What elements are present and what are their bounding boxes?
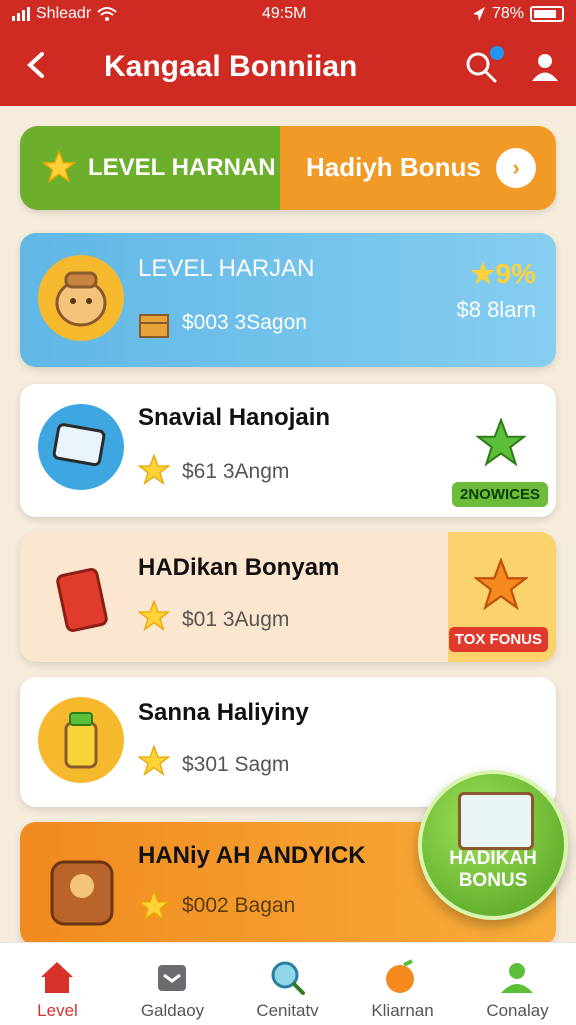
card-subtitle: $002 Bagan: [182, 894, 296, 917]
top-bar: Shleadr 49:5M 78% Kangaal Bonniian: [0, 0, 576, 106]
wifi-icon: [97, 7, 117, 21]
can-icon: [56, 568, 108, 632]
card-title: HANiy AH ANDYICK: [138, 842, 366, 869]
location-icon: [472, 7, 485, 21]
amount-value: $8 8larn: [456, 297, 536, 322]
bottom-nav: Level Galdaoy Cenitatv Kliarnan Conalay: [0, 942, 576, 1025]
app-header: Kangaal Bonniian: [0, 36, 576, 100]
nav-item-conalay[interactable]: Conalay: [460, 951, 575, 1025]
clock: 49:5M: [262, 5, 307, 22]
nav-item-kliarnan[interactable]: Kliarnan: [345, 951, 460, 1025]
tablet-avatar: [38, 404, 124, 490]
card-title: LEVEL HARJAN: [138, 255, 315, 282]
back-chevron-icon[interactable]: [20, 48, 54, 82]
notification-dot: [490, 46, 504, 60]
star-icon: [42, 150, 76, 183]
carrier-text: Shleadr: [36, 5, 92, 22]
tablet-icon: [52, 423, 106, 467]
orange-star-icon: [474, 558, 528, 611]
reward-badge: TOX FONUS: [448, 627, 548, 652]
star-icon: [138, 745, 170, 777]
bag-icon: [50, 860, 114, 926]
card-subtitle: $003 3Sagon: [182, 311, 307, 334]
card-subtitle: $301 Sagm: [182, 753, 290, 776]
bonus-label: Hadiyh Bonus: [306, 152, 481, 182]
search-icon: [271, 961, 305, 995]
battery-icon: [530, 6, 564, 22]
fab-line2: BONUS: [458, 870, 528, 891]
nav-label: Cenitatv: [256, 1001, 319, 1020]
home-icon: [41, 962, 73, 993]
card-title: Snavial Hanojain: [138, 404, 331, 431]
fruit-icon: [386, 959, 414, 993]
chevron-right-icon[interactable]: ›: [496, 148, 536, 188]
user-icon[interactable]: [530, 52, 560, 82]
character-avatar: [38, 255, 124, 341]
signal-icon: [12, 7, 30, 21]
green-star-icon: [476, 418, 526, 467]
nav-label: Level: [37, 1001, 78, 1020]
level-bonus-banner[interactable]: LEVEL HARNAN Hadiyh Bonus ›: [20, 126, 556, 210]
nav-item-level[interactable]: Level: [0, 951, 115, 1025]
bag-avatar: [42, 836, 122, 932]
level-label: LEVEL HARNAN: [88, 154, 276, 181]
character-icon: [55, 271, 107, 327]
card-subtitle: $61 3Angm: [182, 460, 290, 483]
clipboard-icon: [458, 792, 534, 850]
nav-item-galdaoy[interactable]: Galdaoy: [115, 951, 230, 1025]
nav-label: Kliarnan: [371, 1001, 434, 1020]
star-icon: [138, 600, 170, 632]
can-avatar: [42, 550, 128, 640]
battery-text: 78%: [491, 5, 524, 22]
bonus-fab-button[interactable]: HADIKAH BONUS: [418, 770, 568, 920]
percent-value: ★9%: [470, 258, 536, 289]
bottle-avatar: [38, 697, 124, 783]
card-title: Sanna Haliyiny: [138, 699, 309, 726]
list-item[interactable]: Snavial Hanojain $61 3Angm 2NOWICES: [20, 384, 556, 517]
card-title: HADikan Bonyam: [138, 554, 340, 581]
reward-badge: 2NOWICES: [451, 482, 548, 507]
page-title: Kangaal Bonniian: [104, 50, 358, 83]
list-item[interactable]: HADikan Bonyam $01 3Augm TOX FONUS: [20, 532, 556, 662]
card-subtitle: $01 3Augm: [182, 608, 290, 631]
list-item[interactable]: LEVEL HARJAN $003 3Sagon ★9% $8 8larn: [20, 233, 556, 367]
star-icon: [138, 890, 170, 922]
fab-line1: HADIKAH: [449, 848, 537, 869]
bottle-icon: [64, 712, 98, 769]
nav-label: Galdaoy: [140, 1001, 205, 1020]
chest-icon: [139, 314, 169, 338]
nav-label: Conalay: [486, 1001, 549, 1020]
user-icon: [501, 963, 533, 993]
status-bar: Shleadr 49:5M 78%: [0, 0, 576, 30]
star-icon: [138, 454, 170, 486]
mail-icon: [158, 965, 186, 991]
search-button[interactable]: [464, 46, 504, 84]
nav-item-cenitatv[interactable]: Cenitatv: [230, 951, 345, 1025]
